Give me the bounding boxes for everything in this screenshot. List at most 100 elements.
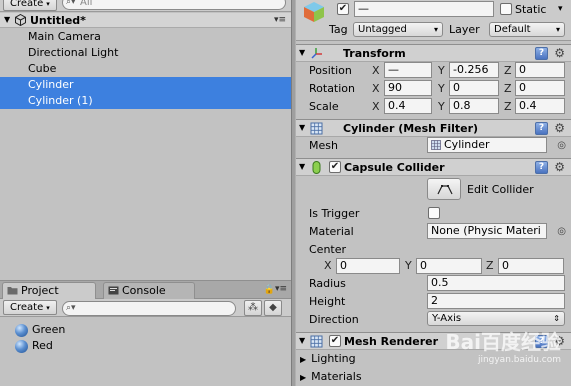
expand-arrow-icon[interactable]: ▼ (299, 123, 305, 133)
create-label: Create (10, 0, 44, 9)
object-active-checkbox[interactable]: ✔ (337, 3, 349, 15)
center-y-field[interactable]: 0 (416, 258, 482, 274)
gameobject-cube-icon (304, 2, 324, 22)
hierarchy-item-cylinder-1[interactable]: Cylinder (1) (0, 93, 291, 109)
center-x-field[interactable]: 0 (336, 258, 400, 274)
is-trigger-checkbox[interactable] (428, 207, 440, 219)
radius-field[interactable]: 0.5 (427, 275, 565, 291)
hierarchy-item-directional-light[interactable]: Directional Light (0, 45, 291, 61)
mesh-label: Mesh (309, 139, 338, 152)
materials-foldout[interactable]: ▶ Materials (300, 369, 362, 385)
lighting-foldout[interactable]: ▶ Lighting (300, 351, 356, 367)
axis-z-label: Z (486, 259, 494, 272)
asset-label: Red (32, 339, 53, 352)
axis-x-label: X (372, 100, 380, 113)
axis-x-label: X (372, 82, 380, 95)
tab-console[interactable]: Console (103, 282, 195, 299)
position-y-field[interactable]: -0.256 (449, 62, 499, 78)
rotation-z-field[interactable]: 0 (515, 80, 565, 96)
hierarchy-item-cube[interactable]: Cube (0, 61, 291, 77)
static-checkbox[interactable] (500, 3, 512, 15)
expand-arrow-icon[interactable]: ▼ (299, 48, 305, 58)
scale-x-field[interactable]: 0.4 (384, 98, 432, 114)
axis-x-label: X (372, 64, 380, 77)
edit-collider-icon (437, 185, 453, 195)
position-z-field[interactable]: 0 (515, 62, 565, 78)
scale-z-field[interactable]: 0.4 (515, 98, 565, 114)
hierarchy-search-input[interactable]: ⌕▾ All (62, 0, 286, 10)
lighting-label: Lighting (311, 352, 356, 365)
axis-x-label: X (324, 259, 332, 272)
help-icon[interactable]: ? (535, 122, 548, 135)
mesh-renderer-icon (310, 335, 323, 348)
tab-console-label: Console (122, 284, 166, 297)
gear-icon[interactable]: ⚙ (554, 46, 565, 60)
rotation-y-field[interactable]: 0 (449, 80, 499, 96)
tab-project[interactable]: Project (2, 282, 96, 299)
axis-z-label: Z (504, 100, 512, 113)
is-trigger-label: Is Trigger (309, 207, 360, 220)
mesh-filter-header[interactable]: ▼ Cylinder (Mesh Filter) ? ⚙ (296, 119, 571, 137)
help-icon[interactable]: ? (535, 47, 548, 60)
axis-z-label: Z (504, 82, 512, 95)
hierarchy-create-button[interactable]: Create ▾ (3, 0, 57, 11)
height-field[interactable]: 2 (427, 293, 565, 309)
asset-item-green[interactable]: Green (15, 322, 65, 338)
scene-row[interactable]: ▼ Untitled* ▾≡ (0, 13, 291, 28)
material-sphere-icon (15, 340, 28, 353)
direction-label: Direction (309, 313, 359, 326)
layer-label: Layer (449, 23, 480, 36)
expand-arrow-icon[interactable]: ▼ (299, 162, 305, 172)
capsule-collider-header[interactable]: ▼ ✔ Capsule Collider ? ⚙ (296, 158, 571, 176)
radius-label: Radius (309, 277, 346, 290)
baidu-watermark: Bai百度经验 jingyan.baidu.com (441, 330, 561, 375)
lock-icon[interactable]: 🔒 (264, 284, 275, 296)
center-z-field[interactable]: 0 (498, 258, 564, 274)
expand-arrow-icon[interactable]: ▼ (4, 15, 10, 25)
hierarchy-item-cylinder[interactable]: Cylinder (0, 77, 291, 93)
static-dropdown-icon[interactable]: ▾ (558, 2, 563, 17)
position-x-field[interactable]: — (384, 62, 432, 78)
filter-by-label-button[interactable]: ◆ (264, 300, 282, 316)
mesh-value: Cylinder (444, 138, 490, 151)
center-label: Center (309, 243, 347, 256)
rotation-label: Rotation (309, 82, 356, 95)
layer-dropdown[interactable]: Default ▾ (489, 22, 565, 37)
object-picker-icon[interactable]: ◎ (557, 140, 566, 152)
rotation-x-field[interactable]: 90 (384, 80, 432, 96)
transform-header[interactable]: ▼ Transform ? ⚙ (296, 44, 571, 62)
console-icon (108, 286, 119, 295)
gear-icon[interactable]: ⚙ (554, 121, 565, 135)
edit-collider-label: Edit Collider (467, 183, 534, 196)
capsule-collider-enabled-checkbox[interactable]: ✔ (329, 161, 341, 173)
direction-dropdown[interactable]: Y-Axis ⇕ (427, 311, 565, 326)
search-icon: ⌕▾ (66, 303, 76, 313)
material-field[interactable]: None (Physic Materi (427, 223, 547, 239)
project-create-button[interactable]: Create ▾ (3, 300, 57, 315)
axis-y-label: Y (438, 100, 445, 113)
expand-arrow-icon[interactable]: ▼ (299, 336, 305, 346)
asset-item-red[interactable]: Red (15, 338, 53, 354)
edit-collider-button[interactable] (427, 178, 461, 200)
hierarchy-item-main-camera[interactable]: Main Camera (0, 29, 291, 45)
scale-y-field[interactable]: 0.8 (449, 98, 499, 114)
context-menu-icon[interactable]: ▾≡ (274, 14, 286, 26)
project-search-input[interactable]: ⌕▾ (62, 301, 236, 316)
gear-icon[interactable]: ⚙ (554, 160, 565, 174)
unity-scene-icon (15, 14, 26, 26)
filter-by-type-button[interactable]: ⁂ (244, 300, 262, 316)
object-name-field[interactable]: — (354, 1, 494, 17)
tab-project-label: Project (21, 284, 59, 297)
tag-value: Untagged (358, 24, 407, 35)
axis-y-label: Y (438, 82, 445, 95)
axis-y-label: Y (438, 64, 445, 77)
object-picker-icon[interactable]: ◎ (557, 226, 566, 238)
tab-menu-icon[interactable]: ▾≡ (275, 283, 287, 295)
mesh-renderer-enabled-checkbox[interactable]: ✔ (329, 335, 341, 347)
help-icon[interactable]: ? (535, 161, 548, 174)
transform-axes-icon (311, 48, 322, 59)
tag-dropdown[interactable]: Untagged ▾ (353, 22, 443, 37)
mesh-field[interactable]: Cylinder (427, 137, 547, 153)
chevron-down-icon: ▾ (46, 0, 50, 8)
hierarchy-panel: Create ▾ ⌕▾ All ▼ Untitled* ▾≡ Main Camer… (0, 0, 291, 280)
